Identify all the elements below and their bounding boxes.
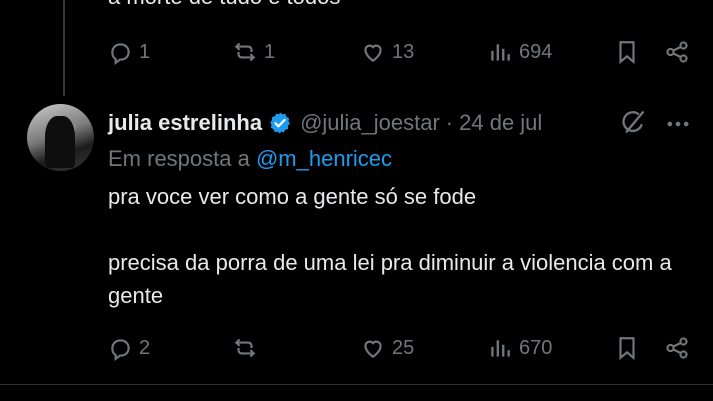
share-icon: [666, 41, 688, 63]
tweet-divider: [0, 384, 713, 385]
like-icon: [364, 44, 382, 62]
reply-button[interactable]: 1: [107, 36, 150, 68]
views-button[interactable]: 694: [487, 36, 552, 68]
display-name[interactable]: julia estrelinha: [108, 110, 262, 136]
tweet-text-line-2: precisa da porra de uma lei pra diminuir…: [108, 250, 672, 308]
separator-dot: ·: [445, 110, 454, 135]
like-count: 25: [392, 336, 415, 359]
reply-button[interactable]: 2: [107, 332, 150, 364]
view-count: 694: [519, 40, 553, 63]
verified-icon: [268, 111, 292, 135]
grok-icon[interactable]: [619, 108, 647, 136]
views-button[interactable]: 670: [487, 332, 552, 364]
thread-connector-line: [63, 0, 65, 96]
more-icon[interactable]: [664, 110, 692, 138]
tweet-header: julia estrelinha @julia_joestar · 24 de …: [108, 106, 542, 140]
reply-count: 2: [139, 336, 151, 359]
reply-icon: [111, 43, 130, 65]
retweet-icon: [234, 338, 256, 358]
share-icon: [666, 337, 688, 359]
reply-icon: [111, 339, 130, 361]
reply-context: Em resposta a @m_henricec: [108, 146, 392, 172]
bookmark-button[interactable]: [614, 332, 640, 364]
user-handle[interactable]: @julia_joestar: [300, 110, 440, 136]
bookmark-icon: [619, 41, 635, 65]
reply-mention-link[interactable]: @m_henricec: [256, 146, 392, 171]
view-count: 670: [519, 336, 553, 359]
share-button[interactable]: [664, 332, 690, 364]
bookmark-button[interactable]: [614, 36, 640, 68]
retweet-button[interactable]: 1: [232, 36, 275, 68]
retweet-button[interactable]: [232, 332, 264, 364]
retweet-icon: [234, 42, 256, 62]
tweet-body: pra voce ver como a gente só se fode pre…: [108, 180, 698, 312]
views-icon: [491, 340, 510, 357]
like-icon: [364, 340, 382, 358]
previous-tweet-text: a morte de tudo e todos: [108, 0, 340, 10]
like-count: 13: [392, 40, 415, 63]
share-button[interactable]: [664, 36, 690, 68]
reply-count: 1: [139, 40, 151, 63]
previous-tweet-actions: 1 1 13 694: [107, 36, 697, 68]
like-button[interactable]: 13: [360, 36, 414, 68]
avatar[interactable]: [27, 104, 94, 171]
tweet-date[interactable]: 24 de jul: [459, 110, 542, 136]
tweet-actions: 2 25 670: [107, 332, 697, 364]
bookmark-icon: [619, 337, 635, 361]
reply-prefix: Em resposta a: [108, 146, 250, 171]
retweet-count: 1: [264, 40, 276, 63]
tweet-text-line-1: pra voce ver como a gente só se fode: [108, 184, 477, 209]
views-icon: [491, 44, 510, 61]
like-button[interactable]: 25: [360, 332, 414, 364]
